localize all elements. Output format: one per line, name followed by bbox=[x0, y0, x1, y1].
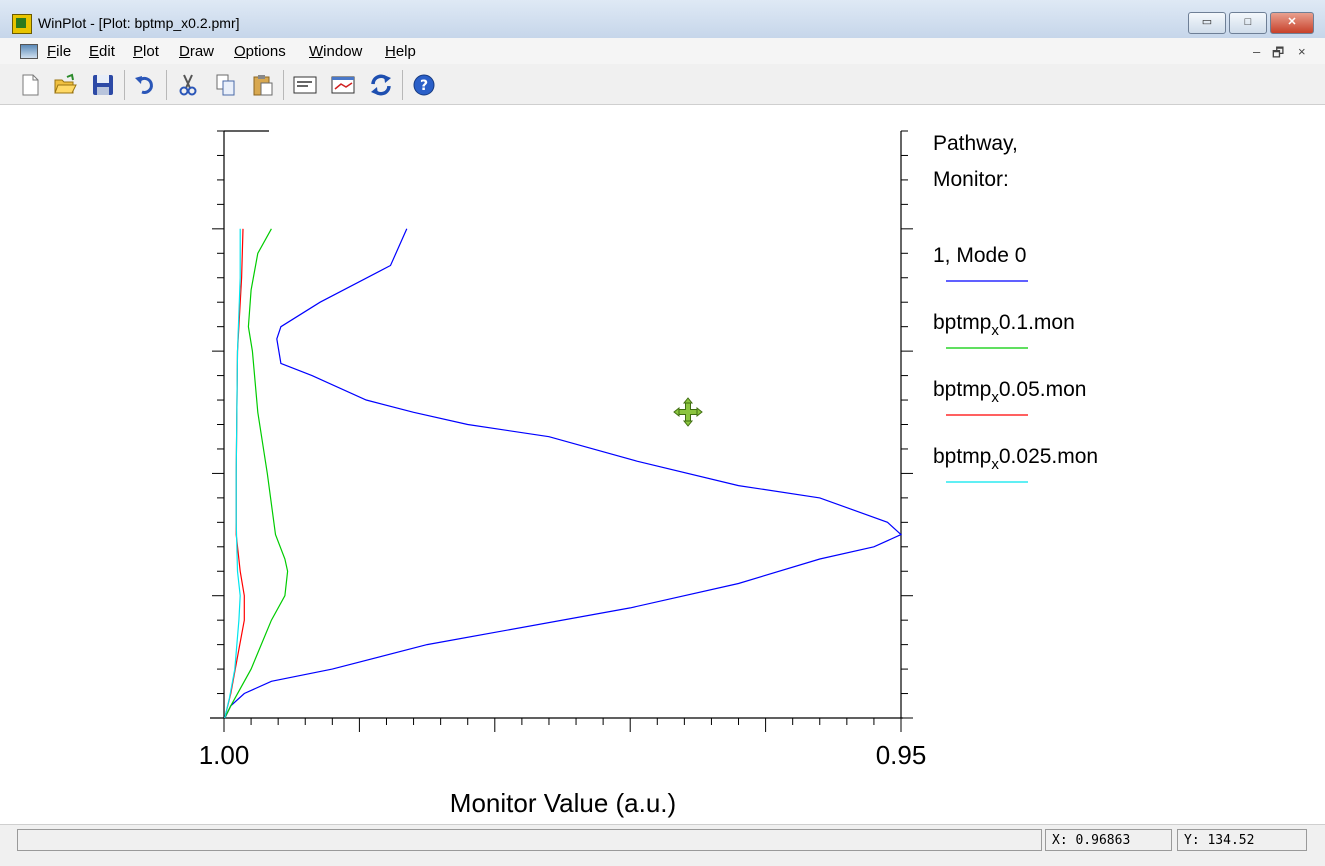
menu-draw[interactable]: Draw bbox=[179, 43, 214, 60]
legend-title-line2: Monitor: bbox=[933, 168, 1009, 191]
graph-window-icon[interactable] bbox=[330, 72, 356, 98]
status-message bbox=[17, 829, 1042, 851]
paste-clipboard-icon[interactable] bbox=[250, 72, 276, 98]
status-y-coordinate: Y: 134.52 bbox=[1177, 829, 1307, 851]
menu-edit[interactable]: Edit bbox=[89, 43, 115, 60]
open-folder-icon[interactable] bbox=[52, 72, 78, 98]
series-line-0 bbox=[224, 228, 903, 719]
move-cross-icon bbox=[673, 397, 703, 427]
svg-text:?: ? bbox=[420, 78, 428, 94]
window-title: WinPlot - [Plot: bptmp_x0.2.pmr] bbox=[38, 15, 240, 31]
status-x-coordinate: X: 0.96863 bbox=[1045, 829, 1172, 851]
series-line-2 bbox=[224, 228, 245, 719]
mdi-restore-button[interactable]: 🗗 bbox=[1272, 44, 1284, 66]
series-lines bbox=[224, 228, 903, 719]
maximize-icon: □ bbox=[1244, 16, 1252, 28]
minimize-button[interactable]: ▭ bbox=[1188, 12, 1226, 34]
minimize-icon: ▭ bbox=[1201, 16, 1213, 28]
help-icon[interactable]: ? bbox=[411, 72, 437, 98]
mdi-close-button[interactable]: × bbox=[1298, 44, 1306, 59]
menu-window[interactable]: Window bbox=[309, 43, 362, 60]
x-axis-label: Monitor Value (a.u.) bbox=[450, 788, 676, 818]
plot-canvas[interactable]: 1.00 0.95 Monitor Value (a.u.) Pathway, M… bbox=[0, 105, 1325, 823]
mdi-minimize-button[interactable]: – bbox=[1253, 44, 1260, 59]
properties-icon[interactable] bbox=[292, 72, 318, 98]
x-tick-label: 1.00 bbox=[199, 740, 250, 770]
menu-help[interactable]: Help bbox=[385, 43, 416, 60]
menu-options[interactable]: Options bbox=[234, 43, 286, 60]
legend-label: bptmpx0.1.mon bbox=[933, 311, 1075, 339]
close-icon: ✕ bbox=[1287, 16, 1297, 28]
toolbar-separator bbox=[283, 70, 284, 100]
toolbar-separator bbox=[402, 70, 403, 100]
x-tick-label: 0.95 bbox=[876, 740, 927, 770]
legend-label: 1, Mode 0 bbox=[933, 244, 1026, 267]
menu-file[interactable]: File bbox=[47, 43, 71, 60]
undo-icon[interactable] bbox=[132, 72, 158, 98]
title-bar: WinPlot - [Plot: bptmp_x0.2.pmr] ▭ □ ✕ bbox=[0, 0, 1325, 39]
winplot-app-icon[interactable] bbox=[12, 14, 32, 34]
copy-icon[interactable] bbox=[213, 72, 239, 98]
legend-label: bptmpx0.05.mon bbox=[933, 378, 1086, 406]
maximize-button[interactable]: □ bbox=[1229, 12, 1267, 34]
close-button[interactable]: ✕ bbox=[1270, 12, 1314, 34]
series-line-3 bbox=[224, 228, 241, 719]
legend: 1, Mode 0 bptmpx0.1.mon bptmpx0.05.mon bptm… bbox=[933, 244, 1098, 483]
refresh-icon[interactable] bbox=[368, 72, 394, 98]
save-disk-icon[interactable] bbox=[90, 72, 116, 98]
toolbar-separator bbox=[124, 70, 125, 100]
new-file-icon[interactable] bbox=[17, 72, 43, 98]
legend-label: bptmpx0.025.mon bbox=[933, 445, 1098, 473]
series-line-1 bbox=[224, 228, 289, 719]
toolbar-separator bbox=[166, 70, 167, 100]
legend-title-line1: Pathway, bbox=[933, 132, 1018, 155]
mdi-child-window-icon[interactable] bbox=[20, 44, 38, 59]
menu-plot[interactable]: Plot bbox=[133, 43, 159, 60]
cut-scissors-icon[interactable] bbox=[175, 72, 201, 98]
